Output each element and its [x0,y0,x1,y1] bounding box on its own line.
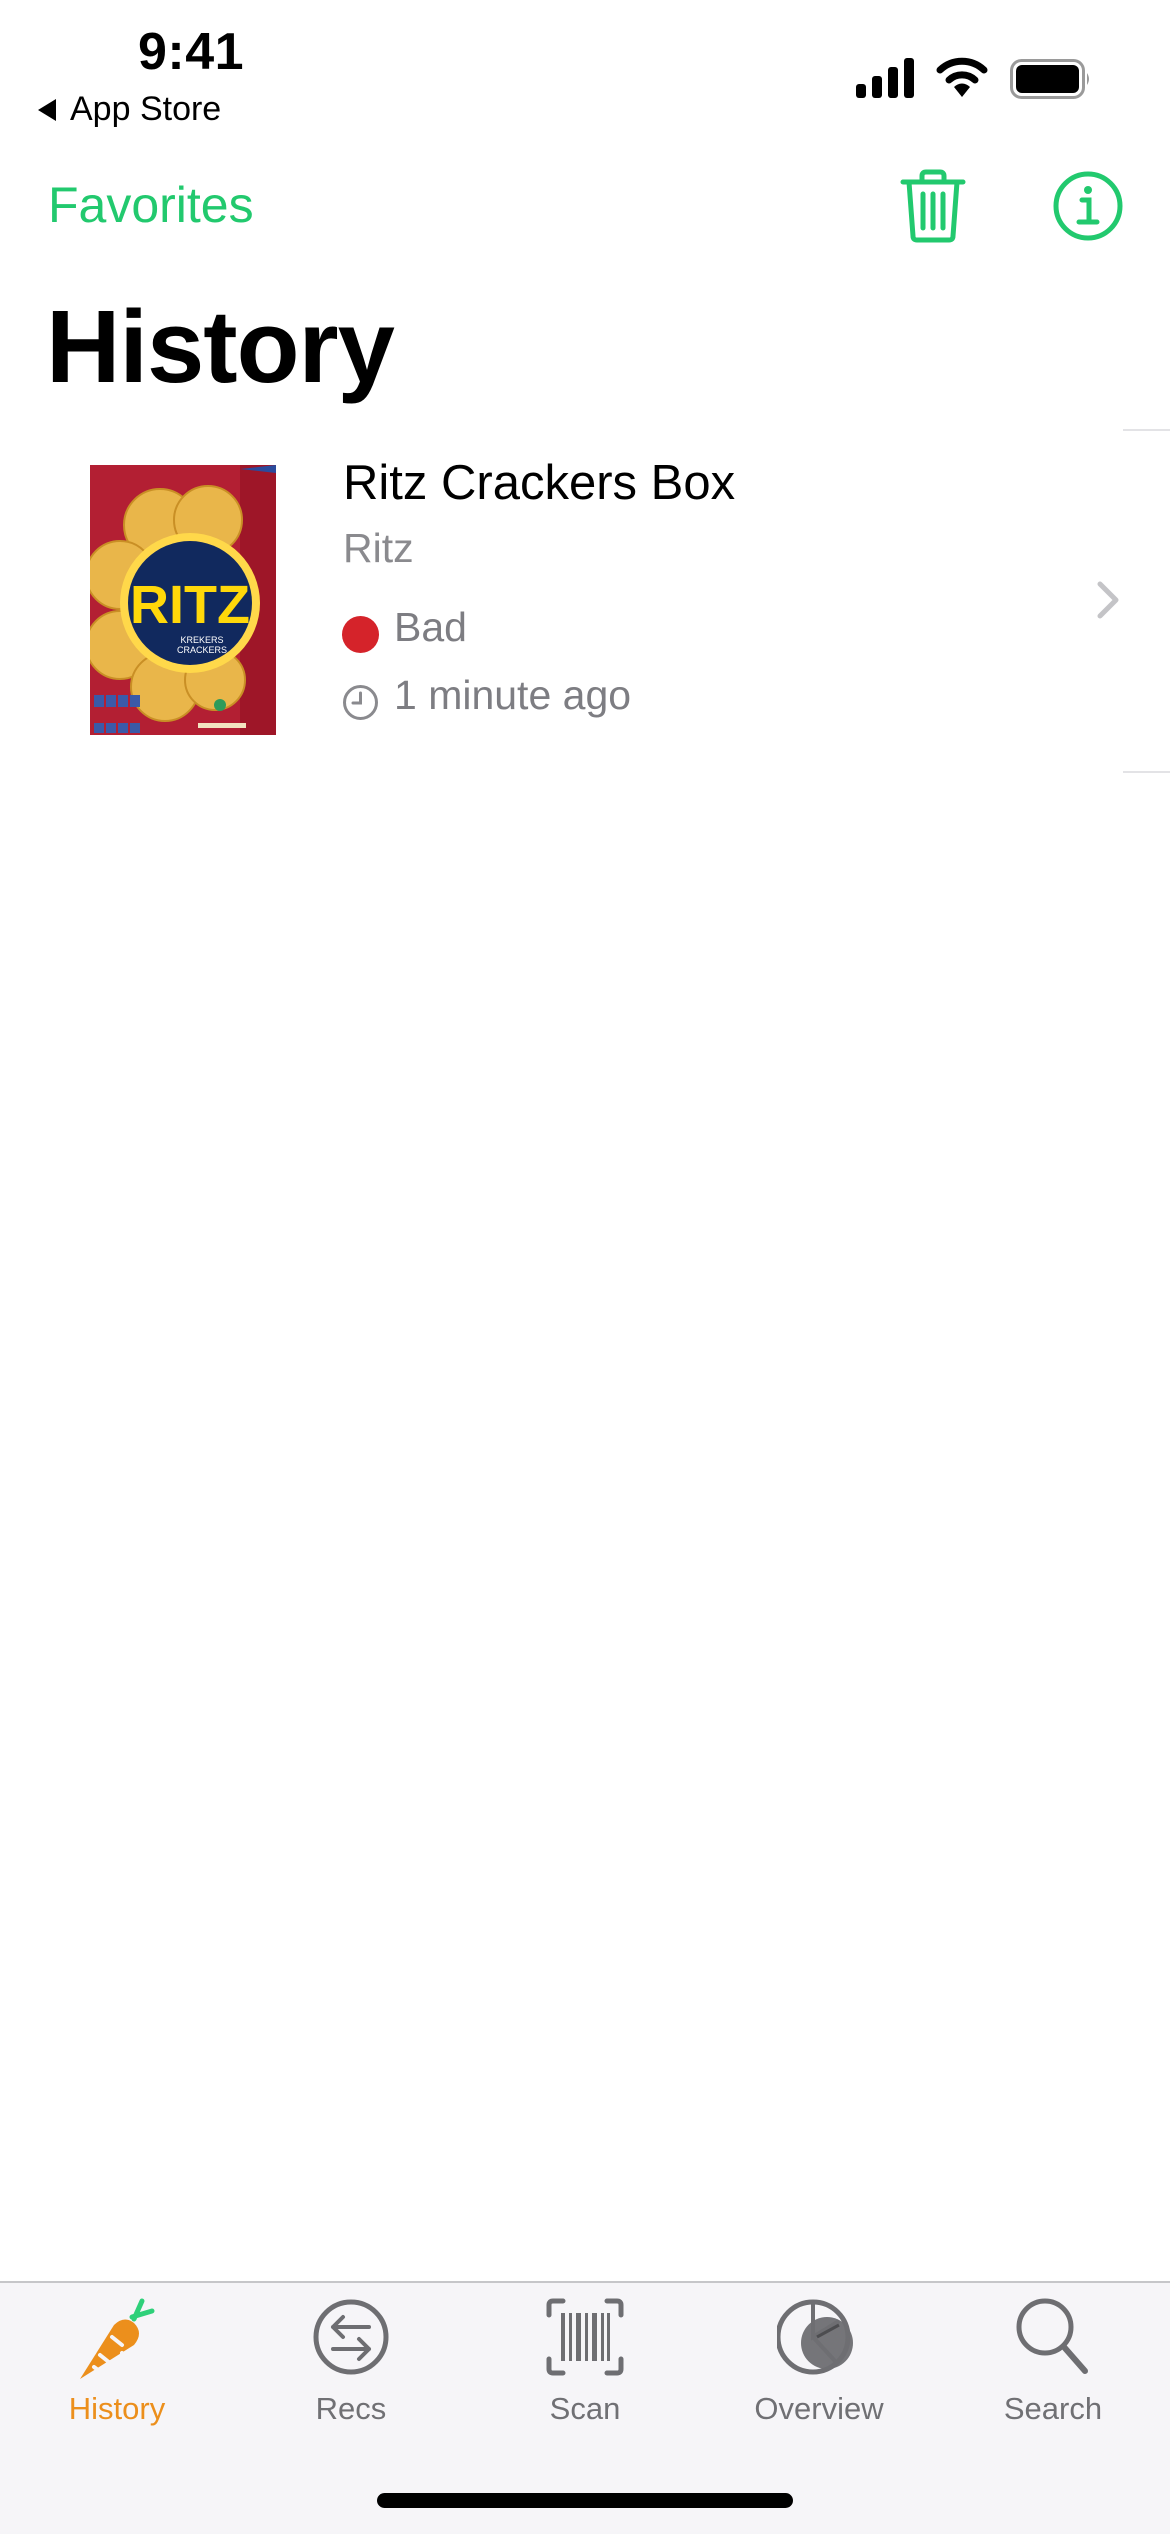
magnifying-glass-icon [1016,2298,1088,2374]
status-time: 9:41 [138,23,245,81]
product-thumbnail: RITZ KREKERS CRACKERS [90,465,276,735]
rating-dot [342,616,379,653]
back-triangle-icon [38,98,56,121]
rating-label: Bad [394,604,467,650]
page-title: History [46,289,395,404]
tab-overview[interactable]: Overview [702,2283,936,2463]
item-brand: Ritz [343,525,414,571]
tab-history[interactable]: History [0,2283,234,2463]
item-title: Ritz Crackers Box [343,456,736,510]
pie-chart-icon [777,2299,853,2375]
chevron-right-icon[interactable] [1092,578,1124,622]
tab-label-scan: Scan [549,2391,621,2426]
tab-search[interactable]: Search [936,2283,1170,2463]
svg-text:KREKERS: KREKERS [180,635,223,645]
clock-icon [343,685,378,720]
thumbnail-logo: RITZ [130,575,250,635]
time-ago: 1 minute ago [394,672,632,718]
tab-scan[interactable]: Scan [468,2283,702,2463]
home-indicator[interactable] [377,2493,793,2508]
tab-recs[interactable]: Recs [234,2283,468,2463]
wifi-icon [936,57,988,97]
row-divider-bottom [1123,771,1170,773]
carrot-icon [80,2298,155,2379]
back-to-app-store[interactable]: App Store [38,90,221,129]
trash-icon[interactable] [900,168,966,244]
cellular-signal-icon [856,58,914,98]
tab-label-history: History [68,2391,166,2426]
tab-label-overview: Overview [754,2391,884,2426]
back-label: App Store [70,90,222,128]
tab-label-recs: Recs [315,2391,387,2426]
barcode-scan-icon [546,2298,624,2376]
swap-arrows-icon [313,2299,389,2375]
battery-icon [1010,59,1089,99]
info-icon[interactable] [1052,170,1124,242]
svg-text:CRACKERS: CRACKERS [177,645,227,655]
tab-label-search: Search [1003,2391,1103,2426]
favorites-button[interactable]: Favorites [48,176,254,234]
